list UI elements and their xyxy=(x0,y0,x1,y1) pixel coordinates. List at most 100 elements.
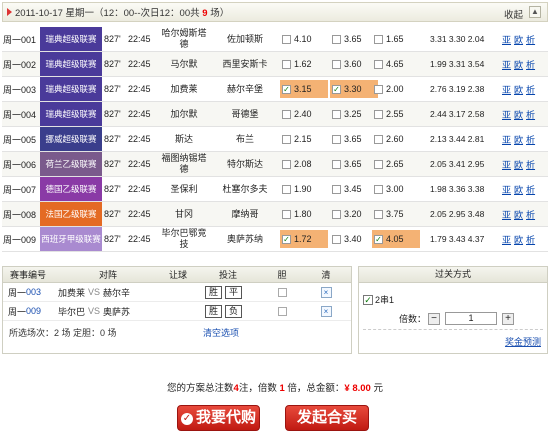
checkbox-icon[interactable] xyxy=(374,59,383,69)
checkbox-icon[interactable] xyxy=(332,234,341,244)
euro-link[interactable]: 欧 xyxy=(514,108,523,121)
prize-predict-link[interactable]: 奖金预测 xyxy=(505,335,541,348)
minus-button[interactable]: − xyxy=(428,312,441,325)
checkbox-icon[interactable] xyxy=(282,34,291,44)
checkbox-checked-icon[interactable]: ✓ xyxy=(282,234,291,244)
asian-link[interactable]: 亚 xyxy=(502,33,511,46)
checkbox-icon[interactable] xyxy=(374,34,383,44)
odds-lose[interactable]: 2.00 xyxy=(372,80,420,98)
checkbox-icon[interactable] xyxy=(282,209,291,219)
odds-win[interactable]: 2.15 xyxy=(280,130,328,148)
asian-link[interactable]: 亚 xyxy=(502,208,511,221)
clear-row-icon[interactable]: × xyxy=(320,305,332,317)
bet-win-pill[interactable]: 胜 xyxy=(205,304,223,318)
checkbox-icon[interactable] xyxy=(332,159,341,169)
euro-link[interactable]: 欧 xyxy=(514,58,523,71)
checkbox-icon[interactable] xyxy=(374,84,383,94)
banker-checkbox[interactable] xyxy=(277,306,287,316)
checkbox-icon[interactable] xyxy=(332,209,341,219)
odds-lose[interactable]: 4.65 xyxy=(372,55,420,73)
odds-lose[interactable]: 2.60 xyxy=(372,130,420,148)
banker-checkbox[interactable] xyxy=(277,287,287,297)
analysis-link[interactable]: 析 xyxy=(526,183,535,196)
checkbox-icon[interactable] xyxy=(374,134,383,144)
odds-draw[interactable]: 3.25 xyxy=(330,105,378,123)
hemai-button[interactable]: 发起合买 xyxy=(285,405,369,431)
analysis-link[interactable]: 析 xyxy=(526,108,535,121)
euro-link[interactable]: 欧 xyxy=(514,158,523,171)
odds-draw[interactable]: 3.20 xyxy=(330,205,378,223)
odds-draw[interactable]: 3.65 xyxy=(330,130,378,148)
euro-link[interactable]: 欧 xyxy=(514,208,523,221)
clear-all-link[interactable]: 清空选项 xyxy=(203,326,239,339)
checkbox-icon[interactable] xyxy=(374,184,383,194)
analysis-link[interactable]: 析 xyxy=(526,233,535,246)
checkbox-icon[interactable] xyxy=(282,59,291,69)
checkbox-icon[interactable] xyxy=(332,59,341,69)
odds-win[interactable]: 2.08 xyxy=(280,155,328,173)
checkbox-checked-icon[interactable]: ✓ xyxy=(374,234,383,244)
checkbox-icon[interactable] xyxy=(282,109,291,119)
asian-link[interactable]: 亚 xyxy=(502,133,511,146)
odds-lose[interactable]: 3.00 xyxy=(372,180,420,198)
euro-link[interactable]: 欧 xyxy=(514,33,523,46)
bet-lose-pill[interactable]: 负 xyxy=(225,304,243,318)
odds-lose[interactable]: 3.75 xyxy=(372,205,420,223)
analysis-link[interactable]: 析 xyxy=(526,58,535,71)
odds-draw[interactable]: 3.65 xyxy=(330,155,378,173)
odds-win[interactable]: ✓ 1.72 xyxy=(280,230,328,248)
euro-link[interactable]: 欧 xyxy=(514,183,523,196)
asian-link[interactable]: 亚 xyxy=(502,83,511,96)
analysis-link[interactable]: 析 xyxy=(526,208,535,221)
asian-link[interactable]: 亚 xyxy=(502,183,511,196)
checkbox-icon[interactable] xyxy=(374,159,383,169)
odds-win[interactable]: 1.90 xyxy=(280,180,328,198)
odds-draw[interactable]: ✓ 3.30 xyxy=(330,80,378,98)
checkbox-checked-icon[interactable]: ✓ xyxy=(332,84,341,94)
odds-lose[interactable]: 1.65 xyxy=(372,30,420,48)
bet-draw-pill[interactable]: 平 xyxy=(225,285,243,299)
checkbox-icon[interactable] xyxy=(332,184,341,194)
checkbox-icon[interactable] xyxy=(282,134,291,144)
odds-win[interactable]: 1.62 xyxy=(280,55,328,73)
checkbox-icon[interactable] xyxy=(332,34,341,44)
checkbox-icon[interactable] xyxy=(332,109,341,119)
pass-option[interactable]: ✓ 2串1 xyxy=(363,293,394,306)
analysis-link[interactable]: 析 xyxy=(526,133,535,146)
analysis-link[interactable]: 析 xyxy=(526,158,535,171)
odds-win[interactable]: ✓ 3.15 xyxy=(280,80,328,98)
multiplier-input[interactable]: 1 xyxy=(445,312,498,325)
odds-draw[interactable]: 3.45 xyxy=(330,180,378,198)
clear-row-icon[interactable]: × xyxy=(320,286,332,298)
daigou-button[interactable]: ✓ 我要代购 xyxy=(177,405,260,431)
asian-link[interactable]: 亚 xyxy=(502,158,511,171)
checkbox-icon[interactable] xyxy=(374,209,383,219)
collapse-up-icon[interactable]: ▲ xyxy=(529,6,541,18)
odds-lose[interactable]: 2.55 xyxy=(372,105,420,123)
asian-link[interactable]: 亚 xyxy=(502,108,511,121)
odds-win[interactable]: 1.80 xyxy=(280,205,328,223)
bet-win-pill[interactable]: 胜 xyxy=(205,285,223,299)
checkbox-icon[interactable] xyxy=(282,184,291,194)
odds-draw[interactable]: 3.40 xyxy=(330,230,378,248)
checkbox-checked-icon[interactable]: ✓ xyxy=(282,84,291,94)
euro-link[interactable]: 欧 xyxy=(514,233,523,246)
odds-lose[interactable]: 2.65 xyxy=(372,155,420,173)
analysis-link[interactable]: 析 xyxy=(526,33,535,46)
odds-win[interactable]: 2.40 xyxy=(280,105,328,123)
checkbox-icon[interactable] xyxy=(332,134,341,144)
analysis-link[interactable]: 析 xyxy=(526,83,535,96)
asian-link[interactable]: 亚 xyxy=(502,58,511,71)
odds-lose[interactable]: ✓ 4.05 xyxy=(372,230,420,248)
plus-button[interactable]: + xyxy=(502,312,515,325)
asian-link[interactable]: 亚 xyxy=(502,233,511,246)
checkbox-icon[interactable] xyxy=(282,159,291,169)
odds-draw[interactable]: 3.60 xyxy=(330,55,378,73)
collapse-link[interactable]: 收起 xyxy=(504,7,523,21)
checkbox-icon[interactable] xyxy=(374,109,383,119)
odds-draw[interactable]: 3.65 xyxy=(330,30,378,48)
euro-link[interactable]: 欧 xyxy=(514,83,523,96)
odds-win[interactable]: 4.10 xyxy=(280,30,328,48)
checkbox-checked-icon[interactable]: ✓ xyxy=(363,294,373,305)
euro-link[interactable]: 欧 xyxy=(514,133,523,146)
